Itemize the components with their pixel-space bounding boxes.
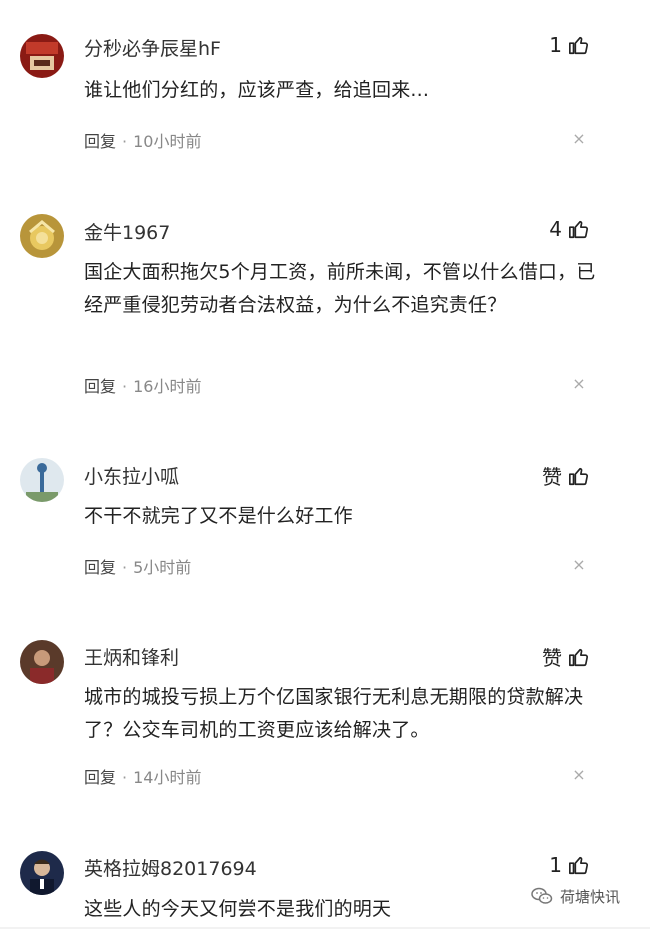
comment-meta: 回复 · 10小时前 <box>84 128 201 152</box>
like-count: 赞 <box>542 465 562 489</box>
like-button[interactable]: 4 <box>549 217 590 241</box>
separator-dot: · <box>122 132 128 151</box>
separator-dot: · <box>122 768 128 787</box>
close-icon[interactable]: × <box>572 557 586 573</box>
separator-dot: · <box>122 377 128 396</box>
reply-button[interactable]: 回复 <box>84 768 116 787</box>
avatar[interactable] <box>20 214 64 258</box>
like-button[interactable]: 赞 <box>542 642 590 671</box>
username[interactable]: 金牛1967 <box>84 218 170 245</box>
username[interactable]: 英格拉姆82017694 <box>84 854 257 881</box>
like-button[interactable]: 1 <box>549 33 590 57</box>
close-icon[interactable]: × <box>572 131 586 147</box>
wechat-icon <box>531 887 553 904</box>
like-button[interactable]: 赞 <box>542 461 590 490</box>
like-count: 1 <box>549 33 562 57</box>
thumb-up-icon <box>569 467 588 485</box>
username[interactable]: 分秒必争辰星hF <box>84 34 221 61</box>
thumb-up-icon <box>569 220 588 239</box>
watermark: 荷塘快讯 <box>530 884 620 908</box>
comment-text: 国企大面积拖欠5个月工资，前所未闻，不管以什么借口，已经严重侵犯劳动者合法权益，… <box>84 261 596 316</box>
comment-text: 城市的城投亏损上万个亿国家银行无利息无期限的贷款解决了？公交车司机的工资更应该给… <box>84 686 584 741</box>
avatar[interactable] <box>20 458 64 502</box>
watermark-text: 荷塘快讯 <box>560 887 621 906</box>
reply-button[interactable]: 回复 <box>84 132 116 151</box>
comment-meta: 回复 · 14小时前 <box>84 764 201 788</box>
comment-meta: 回复 · 5小时前 <box>84 554 191 578</box>
timestamp: 14小时前 <box>133 768 202 787</box>
separator-dot: · <box>122 558 128 577</box>
avatar[interactable] <box>20 851 64 895</box>
close-icon[interactable]: × <box>572 376 586 392</box>
comment-text: 这些人的今天又何尝不是我们的明天 <box>84 898 392 920</box>
thumb-up-icon <box>569 36 588 55</box>
close-icon[interactable]: × <box>572 767 586 783</box>
avatar[interactable] <box>20 34 64 78</box>
thumb-up-icon <box>569 648 588 666</box>
username[interactable]: 小东拉小呱 <box>84 462 179 489</box>
like-count: 4 <box>549 217 562 241</box>
comment-text: 不干不就完了又不是什么好工作 <box>84 505 353 527</box>
comment-text: 谁让他们分红的，应该严查，给追回来... <box>84 79 430 101</box>
username[interactable]: 王炳和锋利 <box>84 643 179 670</box>
timestamp: 16小时前 <box>133 377 202 396</box>
like-count: 1 <box>549 853 562 877</box>
comment-meta: 回复 · 16小时前 <box>84 373 201 397</box>
reply-button[interactable]: 回复 <box>84 558 116 577</box>
timestamp: 10小时前 <box>133 132 202 151</box>
timestamp: 5小时前 <box>133 558 192 577</box>
like-count: 赞 <box>542 646 562 670</box>
avatar[interactable] <box>20 640 64 684</box>
thumb-up-icon <box>569 856 588 875</box>
like-button[interactable]: 1 <box>549 853 590 877</box>
reply-button[interactable]: 回复 <box>84 377 116 396</box>
